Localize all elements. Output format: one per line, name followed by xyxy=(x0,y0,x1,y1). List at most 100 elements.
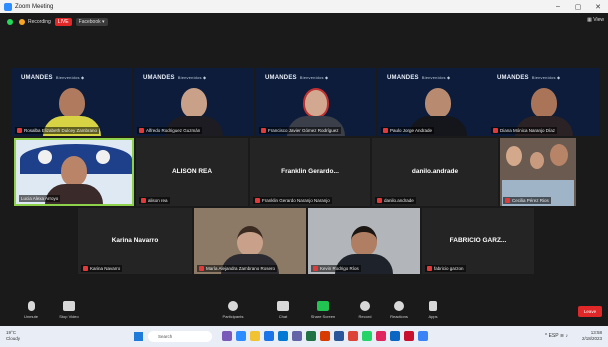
participant-name-tag: Kevin Rodrigo Ríos xyxy=(311,265,361,272)
participant-tile[interactable]: Kevin Rodrigo Ríos xyxy=(308,208,420,274)
virtual-background-label: UMANDES Bienvenidos ◆ xyxy=(265,75,329,81)
chrome-icon[interactable] xyxy=(348,331,358,341)
record-icon xyxy=(360,301,370,311)
mic-muted-icon xyxy=(199,266,204,271)
zoom-app-icon xyxy=(4,2,12,11)
chat-bubble-icon xyxy=(277,301,289,311)
maximize-button[interactable]: ▢ xyxy=(568,3,588,11)
mic-muted-icon xyxy=(17,128,22,133)
participant-tile[interactable]: FABRICIO GARZ... fabricio garzon xyxy=(422,208,534,274)
participant-tile[interactable]: ALISON REA alison rea xyxy=(136,138,248,206)
clock[interactable]: 13:58 2/18/2023 xyxy=(582,330,602,342)
close-button[interactable]: ✕ xyxy=(588,3,608,11)
participant-display-name: danilo.andrade xyxy=(411,167,459,175)
participant-tile[interactable]: Franklin Gerardo... Franklin Gerardo Nar… xyxy=(250,138,370,206)
participants-icon xyxy=(228,301,238,311)
apps-icon xyxy=(429,301,437,311)
recording-label: Recording xyxy=(28,18,51,25)
recording-icon xyxy=(19,18,25,25)
mic-muted-icon xyxy=(261,128,266,133)
participant-display-name: FABRICIO GARZ... xyxy=(449,237,507,245)
virtual-background-label: UMANDES Bienvenidos ◆ xyxy=(497,75,561,81)
view-button[interactable]: ▦ View xyxy=(587,17,604,23)
teams-icon[interactable] xyxy=(292,331,302,341)
video-camera-icon xyxy=(63,301,75,311)
store-icon[interactable] xyxy=(278,331,288,341)
app-icon[interactable] xyxy=(418,331,428,341)
participant-tile[interactable]: Cecilia Pérez Rios xyxy=(500,138,576,206)
participant-tile[interactable]: danilo.andrade danilo.andrade xyxy=(372,138,498,206)
meeting-topbar: Recording LIVE Facebook ▾ ▦ View xyxy=(0,13,608,30)
language-indicator[interactable]: ESP xyxy=(549,333,559,339)
whatsapp-icon[interactable] xyxy=(362,331,372,341)
participant-name-tag: María Alejandra Zambrano Rosero xyxy=(197,265,278,272)
participant-tile[interactable]: Karina Navarro Karina Navarro xyxy=(78,208,192,274)
virtual-background-label: UMANDES Bienvenidos ◆ xyxy=(21,75,85,81)
weather-widget[interactable]: 19°C Cloudy xyxy=(6,330,20,342)
windows-taskbar: 19°C Cloudy Search ^ ESP ≋ ♪ 13:58 2/18/… xyxy=(0,326,608,347)
chevron-up-icon[interactable]: ^ xyxy=(545,333,547,339)
zoom-taskbar-icon[interactable] xyxy=(236,331,246,341)
participant-name-tag: Paulo Jorge Andrade xyxy=(381,127,435,134)
word-icon[interactable] xyxy=(334,331,344,341)
smiley-icon xyxy=(394,301,404,311)
mic-muted-icon xyxy=(505,198,510,203)
windows-start-icon[interactable] xyxy=(134,332,143,341)
participant-video xyxy=(530,152,544,169)
task-view-icon[interactable] xyxy=(222,331,232,341)
participant-name-tag: Diana Mónica Naranjo Díaz xyxy=(491,127,558,134)
participant-video xyxy=(506,146,522,166)
mic-muted-icon xyxy=(427,266,432,271)
clock-date: 2/18/2023 xyxy=(581,336,602,341)
participant-name-tag: Cecilia Pérez Rios xyxy=(503,197,551,204)
participant-tile[interactable]: UMANDES Bienvenidos ◆ Diana Mónica Naranj… xyxy=(488,68,600,136)
minimize-button[interactable]: – xyxy=(548,3,568,10)
participant-tile[interactable]: UMANDES Bienvenidos ◆ Francisco Javier Gó… xyxy=(256,68,376,136)
participant-tile-active-speaker[interactable]: Lucia Alexa Arroyo xyxy=(14,138,134,206)
participant-tile[interactable]: María Alejandra Zambrano Rosero xyxy=(194,208,306,274)
stop-video-button[interactable]: Stop Video xyxy=(46,301,92,319)
apps-button[interactable]: Apps xyxy=(410,301,456,319)
weather-desc: Cloudy xyxy=(6,336,21,341)
participant-tile[interactable]: UMANDES Bienvenidos ◆ Paulo Jorge Andrade xyxy=(378,68,498,136)
participant-video xyxy=(550,144,568,166)
security-shield-icon[interactable] xyxy=(7,18,13,25)
mic-muted-icon xyxy=(493,128,498,133)
edge-browser-icon[interactable] xyxy=(264,331,274,341)
participant-tile[interactable]: UMANDES Bienvenidos ◆ Rosalba Elizabeth D… xyxy=(12,68,132,136)
live-badge[interactable]: LIVE xyxy=(54,17,72,26)
window-title: Zoom Meeting xyxy=(15,3,54,10)
volume-icon[interactable]: ♪ xyxy=(566,333,569,339)
participant-name-tag: Karina Navarro xyxy=(81,265,123,272)
excel-icon[interactable] xyxy=(306,331,316,341)
mic-muted-icon xyxy=(255,198,260,203)
share-screen-button[interactable]: Share Screen xyxy=(300,301,346,319)
participant-display-name: ALISON REA xyxy=(171,167,213,175)
powerpoint-icon[interactable] xyxy=(320,331,330,341)
participant-name-tag: Franklin Gerardo Naranjo Naranjo xyxy=(253,197,332,204)
file-explorer-icon[interactable] xyxy=(250,331,260,341)
system-tray[interactable]: ^ ESP ≋ ♪ xyxy=(545,333,568,339)
mic-muted-icon xyxy=(83,266,88,271)
microphone-muted-icon xyxy=(27,301,35,311)
participant-name-tag: danilo.andrade xyxy=(375,197,416,204)
app-icon[interactable] xyxy=(376,331,386,341)
virtual-background-label: UMANDES Bienvenidos ◆ xyxy=(387,75,451,81)
participant-name-tag: alison rea xyxy=(139,197,170,204)
participant-display-name: Karina Navarro xyxy=(111,237,159,245)
taskbar-search-input[interactable]: Search xyxy=(148,331,212,342)
mic-muted-icon xyxy=(313,266,318,271)
meeting-controls-bar: Unmute Stop Video Participants Chat Shar… xyxy=(0,298,608,326)
participant-display-name: Franklin Gerardo... xyxy=(281,167,339,175)
share-screen-icon xyxy=(317,301,329,311)
leave-button[interactable]: Leave xyxy=(578,306,602,317)
pdf-reader-icon[interactable] xyxy=(404,331,414,341)
mic-muted-icon xyxy=(377,198,382,203)
app-icon[interactable] xyxy=(390,331,400,341)
wifi-icon[interactable]: ≋ xyxy=(560,333,564,339)
virtual-background-label: UMANDES Bienvenidos ◆ xyxy=(143,75,207,81)
participants-button[interactable]: Participants xyxy=(210,301,256,319)
facebook-stream-button[interactable]: Facebook ▾ xyxy=(75,17,108,26)
participant-tile[interactable]: UMANDES Bienvenidos ◆ Alfredo Rodriguez G… xyxy=(134,68,254,136)
participant-name-tag: Rosalba Elizabeth Dulcey Zambrano xyxy=(15,127,100,134)
